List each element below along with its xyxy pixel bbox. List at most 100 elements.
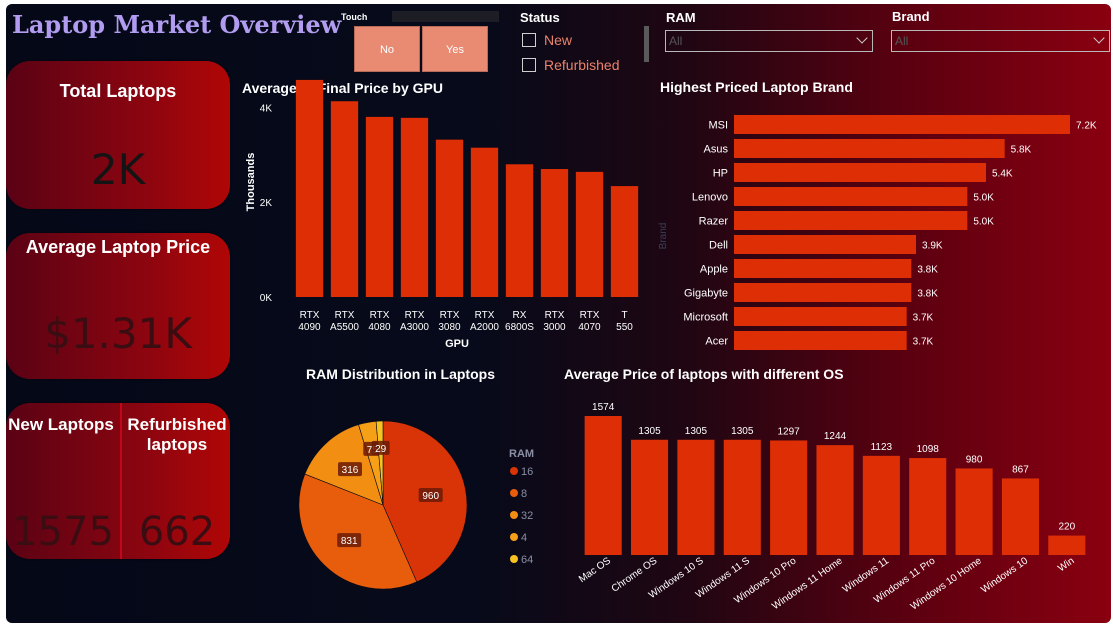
os-value-label: 1305 <box>638 426 661 437</box>
brand-category-label: MSI <box>708 120 728 132</box>
ram-legend-title: RAM <box>509 448 534 460</box>
os-bar <box>723 439 761 555</box>
os-bar <box>955 468 993 555</box>
gpu-bar <box>365 116 394 297</box>
ram-legend-label: 4 <box>521 532 527 544</box>
os-category-label: Win <box>1056 555 1076 574</box>
os-bar <box>631 439 669 555</box>
gpu-bar <box>540 169 569 297</box>
os-value-label: 1123 <box>871 442 893 453</box>
os-category-label: Mac OS <box>577 555 613 585</box>
charts-canvas: 0K 2K 4K Thousands GPU RTX 4090 RTX A5500 RTX 4080… <box>245 79 1097 613</box>
brand-y-axis-label: Brand <box>658 223 669 250</box>
gpu-bar <box>435 139 464 297</box>
brand-value-label: 3.8K <box>917 289 938 300</box>
gpu-category-label: RTX 4080 <box>368 310 391 333</box>
gpu-x-axis-label: GPU <box>445 338 469 350</box>
gpu-category-label: RTX A2000 <box>470 310 499 333</box>
legend-dot <box>510 467 518 475</box>
os-bar <box>1001 478 1039 555</box>
brand-category-label: Acer <box>705 336 728 348</box>
ram-legend-label: 32 <box>521 510 533 522</box>
gpu-price-chart: 0K 2K 4K Thousands GPU RTX 4090 RTX A5500 RTX 4080… <box>245 79 639 350</box>
pie-value-label: 831 <box>341 536 358 547</box>
os-value-label: 1305 <box>731 426 754 437</box>
os-value-label: 1297 <box>778 426 801 437</box>
brand-bar <box>734 187 968 206</box>
ram-legend-label: 16 <box>521 466 533 478</box>
brand-category-label: Lenovo <box>692 192 728 204</box>
gpu-bar <box>330 101 359 297</box>
os-value-label: 980 <box>966 454 983 465</box>
brand-value-label: 3.8K <box>917 265 938 276</box>
os-value-label: 1098 <box>917 444 940 455</box>
gpu-bar <box>400 117 429 297</box>
brand-category-label: Asus <box>704 144 729 156</box>
brand-category-label: Apple <box>700 264 728 276</box>
os-price-chart: 1574Mac OS1305Chrome OS1305Windows 10 S1… <box>577 402 1086 613</box>
brand-bar <box>734 283 912 302</box>
os-bar <box>862 455 900 555</box>
ram-distribution-chart: 9608313167529RAM16832464 <box>298 420 534 590</box>
os-bar <box>584 416 622 555</box>
gpu-ytick-label: 0K <box>260 293 273 304</box>
legend-dot <box>510 533 518 541</box>
gpu-category-label: RTX 4090 <box>298 310 321 333</box>
gpu-category-label: RX 6800S <box>505 310 534 333</box>
ram-legend-label: 8 <box>521 488 527 500</box>
brand-category-label: Gigabyte <box>684 288 728 300</box>
gpu-bar <box>610 186 639 297</box>
brand-category-label: Razer <box>699 216 729 228</box>
gpu-bar <box>295 79 324 298</box>
os-bar <box>816 445 854 555</box>
os-bar <box>909 458 947 555</box>
brand-bar <box>734 163 986 182</box>
brand-category-label: Dell <box>709 240 728 252</box>
os-value-label: 867 <box>1012 464 1029 475</box>
dashboard: Laptop Market Overview Touch No Yes Stat… <box>6 4 1111 623</box>
brand-value-label: 5.0K <box>973 217 994 228</box>
brand-bar <box>734 115 1070 134</box>
brand-bar <box>734 211 968 230</box>
legend-dot <box>510 489 518 497</box>
os-bar <box>1048 535 1086 555</box>
os-value-label: 1244 <box>824 431 847 442</box>
gpu-category-label: RTX 3000 <box>543 310 566 333</box>
brand-value-label: 3.7K <box>913 337 934 348</box>
os-value-label: 1574 <box>592 402 615 413</box>
legend-dot <box>510 511 518 519</box>
gpu-bar <box>470 147 499 297</box>
brand-value-label: 5.0K <box>973 193 994 204</box>
gpu-ytick-label: 2K <box>260 198 273 209</box>
ram-legend-label: 64 <box>521 554 533 566</box>
gpu-bar <box>505 164 534 297</box>
os-bar <box>677 439 715 555</box>
pie-value-label: 316 <box>342 465 359 476</box>
gpu-category-label: RTX 3080 <box>438 310 461 333</box>
brand-value-label: 3.9K <box>922 241 943 252</box>
os-value-label: 1305 <box>685 426 708 437</box>
brand-category-label: HP <box>713 168 728 180</box>
gpu-y-axis-label: Thousands <box>245 153 257 212</box>
brand-price-chart: Brand MSI 7.2K Asus 5.8K HP 5.4K Lenovo 5.0K Raze… <box>658 115 1097 350</box>
brand-bar <box>734 139 1005 158</box>
brand-bar <box>734 331 907 350</box>
brand-bar <box>734 307 907 326</box>
brand-value-label: 5.8K <box>1011 145 1032 156</box>
legend-dot <box>510 555 518 563</box>
gpu-category-label: RTX 4070 <box>578 310 601 333</box>
gpu-category-label: RTX A3000 <box>400 310 429 333</box>
os-category-label: Windows 10 <box>979 555 1030 596</box>
brand-value-label: 3.7K <box>913 313 934 324</box>
pie-value-label: 29 <box>375 444 387 455</box>
os-bar <box>770 440 808 555</box>
gpu-ytick-label: 4K <box>260 103 273 114</box>
gpu-category-label: T 550 <box>616 310 633 333</box>
brand-value-label: 7.2K <box>1076 121 1097 132</box>
brand-category-label: Microsoft <box>683 312 728 324</box>
brand-bar <box>734 259 912 278</box>
pie-value-label: 960 <box>422 491 439 502</box>
os-value-label: 220 <box>1058 522 1075 533</box>
brand-bar <box>734 235 916 254</box>
gpu-bar <box>575 171 604 297</box>
